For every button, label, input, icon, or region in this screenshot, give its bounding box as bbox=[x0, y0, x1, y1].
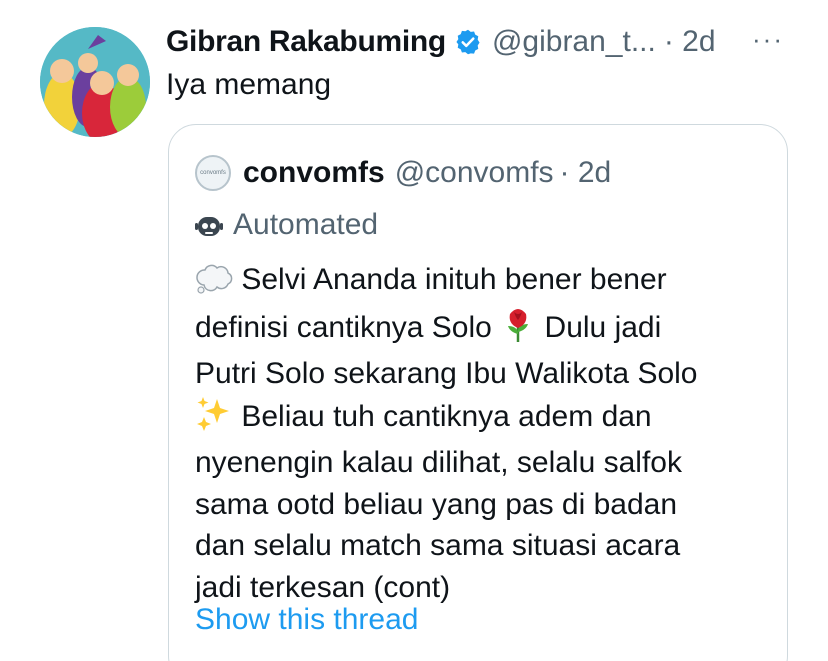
quoted-line-7: dan selalu match sama situasi acara bbox=[195, 529, 681, 562]
quoted-line-6: sama ootd beliau yang pas di badan bbox=[195, 487, 678, 521]
quoted-avatar-text: convomfs bbox=[200, 170, 226, 176]
quoted-author-name[interactable]: convomfs bbox=[243, 156, 385, 190]
tweet-text: Iya memang bbox=[166, 68, 332, 101]
quoted-text-line2a: definisi cantiknya Solo bbox=[195, 310, 492, 344]
quoted-avatar: convomfs bbox=[195, 155, 231, 191]
tweet-time[interactable]: · 2d bbox=[664, 25, 716, 59]
show-thread-link[interactable]: Show this thread bbox=[195, 603, 418, 637]
more-options-icon[interactable]: ··· bbox=[752, 24, 784, 55]
avatar[interactable] bbox=[40, 27, 150, 137]
quoted-tweet[interactable]: convomfs convomfs @convomfs · 2d Automat… bbox=[168, 124, 788, 661]
quoted-text-line1: Selvi Ananda inituh bener bener bbox=[241, 263, 667, 296]
quoted-header: convomfs convomfs @convomfs · 2d bbox=[195, 153, 611, 193]
quoted-line-2: definisi cantiknya Solo Dulu jadi bbox=[195, 306, 775, 354]
automated-label: Automated bbox=[233, 208, 379, 241]
quoted-line-4: Beliau tuh cantiknya adem dan bbox=[195, 395, 775, 443]
quoted-text-line2b: Dulu jadi bbox=[544, 310, 662, 344]
thought-balloon-icon bbox=[195, 264, 233, 306]
quoted-author-handle[interactable]: @convomfs bbox=[395, 156, 554, 190]
rose-icon bbox=[500, 306, 536, 354]
quoted-line-1: Selvi Ananda inituh bener bener bbox=[195, 259, 775, 306]
verified-badge-icon bbox=[454, 28, 482, 56]
automated-label-row: Automated bbox=[195, 205, 378, 245]
quoted-text-line4: Beliau tuh cantiknya adem dan bbox=[241, 399, 652, 433]
quoted-line-3: Putri Solo sekarang Ibu Walikota Solo bbox=[195, 357, 698, 390]
quoted-line-5: nyenengin kalau dilihat, selalu salfok bbox=[195, 446, 682, 479]
sparkles-icon bbox=[195, 395, 233, 443]
tweet-header: Gibran Rakabuming @gibran_t... · 2d bbox=[166, 22, 716, 62]
quoted-line-8: jadi terkesan (cont) bbox=[195, 570, 451, 604]
author-name[interactable]: Gibran Rakabuming bbox=[166, 25, 446, 59]
bot-icon bbox=[195, 211, 223, 239]
author-handle[interactable]: @gibran_t... bbox=[492, 25, 656, 59]
quoted-time[interactable]: · 2d bbox=[560, 156, 612, 190]
quoted-text: Selvi Ananda inituh bener bener definisi… bbox=[195, 259, 775, 608]
